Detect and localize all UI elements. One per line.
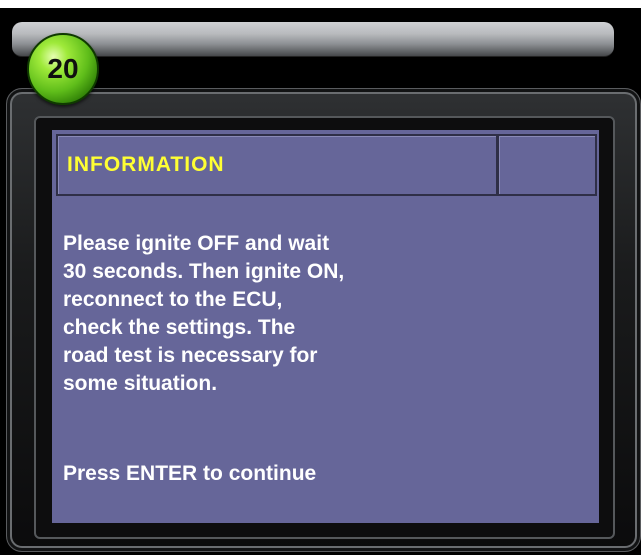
dialog-header-side-box	[497, 134, 597, 196]
step-number: 20	[47, 53, 79, 84]
dialog-header: INFORMATION	[52, 130, 599, 198]
information-dialog: INFORMATION Please ignite OFF and wait 3…	[52, 130, 599, 523]
dialog-title-box: INFORMATION	[56, 134, 498, 196]
dialog-title: INFORMATION	[67, 153, 225, 176]
continue-prompt[interactable]: Press ENTER to continue	[63, 462, 316, 486]
top-bar	[12, 22, 614, 57]
dialog-message: Please ignite OFF and wait 30 seconds. T…	[63, 232, 345, 395]
step-number-badge: 20	[27, 33, 99, 105]
